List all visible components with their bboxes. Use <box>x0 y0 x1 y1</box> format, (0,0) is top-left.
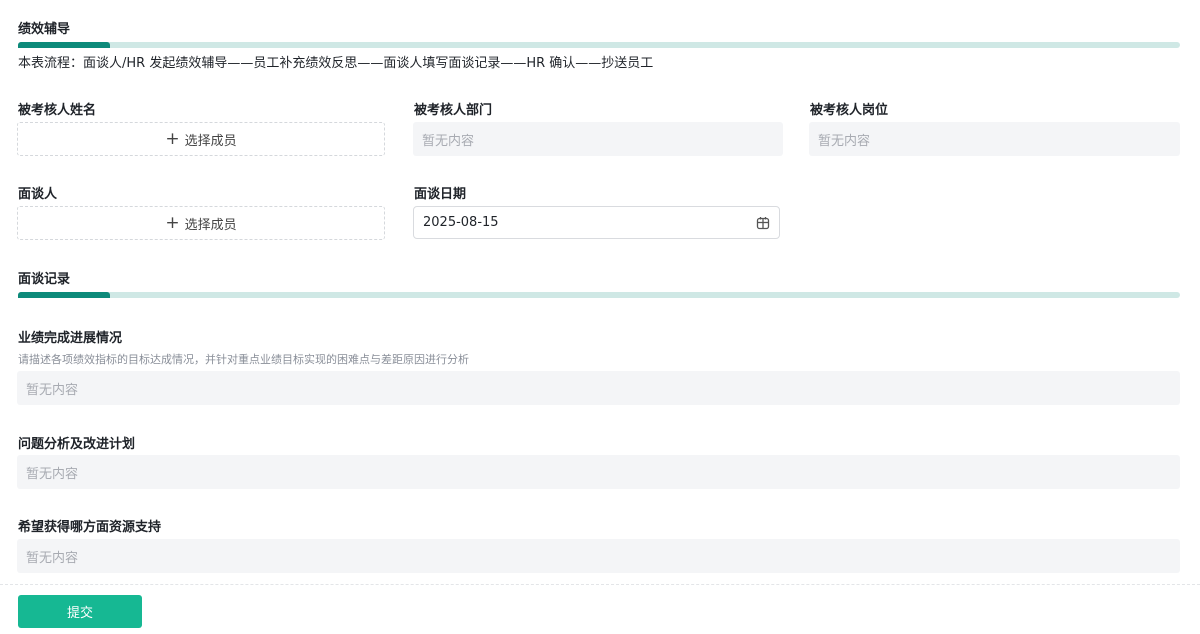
post-field: 暂无内容 <box>809 122 1180 156</box>
section-title: 绩效辅导 <box>18 22 71 37</box>
section-title: 面谈记录 <box>18 272 71 287</box>
submit-button[interactable]: 提交 <box>18 595 142 628</box>
record-label: 业绩完成进展情况 <box>18 331 123 346</box>
dept-field: 暂无内容 <box>413 122 783 156</box>
select-interviewer-button[interactable]: + 选择成员 <box>17 206 385 240</box>
record-label: 希望获得哪方面资源支持 <box>18 520 162 535</box>
dept-label: 被考核人部门 <box>414 103 493 118</box>
footer-divider <box>0 584 1200 585</box>
record-label: 问题分析及改进计划 <box>18 437 136 452</box>
flow-description: 本表流程：面谈人/HR 发起绩效辅导——员工补充绩效反思——面谈人填写面谈记录—… <box>18 56 654 71</box>
record-field: 暂无内容 <box>17 539 1180 573</box>
record-hint: 请描述各项绩效指标的目标达成情况，并针对重点业绩目标实现的困难点与差距原因进行分… <box>18 353 469 366</box>
select-member-button[interactable]: + 选择成员 <box>17 122 385 156</box>
section-divider <box>18 292 1180 298</box>
plus-icon: + <box>165 129 180 149</box>
interviewer-label: 面谈人 <box>18 187 58 202</box>
post-label: 被考核人岗位 <box>810 103 889 118</box>
name-label: 被考核人姓名 <box>18 103 97 118</box>
record-field: 暂无内容 <box>17 455 1180 489</box>
plus-icon: + <box>165 213 180 233</box>
date-label: 面谈日期 <box>414 187 467 202</box>
section-divider <box>18 42 1180 48</box>
calendar-icon <box>756 216 770 229</box>
date-input[interactable]: 2025-08-15 <box>413 206 780 239</box>
record-field: 暂无内容 <box>17 371 1180 405</box>
